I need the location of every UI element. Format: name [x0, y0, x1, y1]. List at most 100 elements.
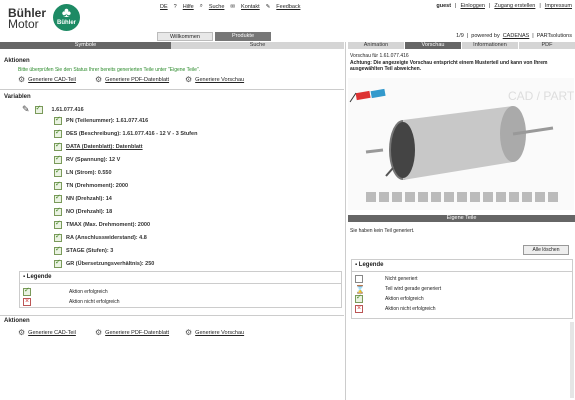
variable-label: DES (Beschreibung): 1.61.077.416 - 12 V … — [66, 131, 198, 137]
request-access-link[interactable]: Zugang erstellen — [494, 3, 535, 9]
legend-left: ▪ Legende Aktion erfolgreich × Aktion ni… — [19, 271, 342, 308]
legend-left-divider — [20, 283, 341, 284]
feedback-icon: ✎ — [265, 3, 271, 10]
fail-icon: × — [23, 298, 31, 306]
imprint-link[interactable]: Impressum — [545, 3, 572, 9]
check-icon — [54, 141, 62, 151]
variable-label: PN (Teilenummer): 1.61.077.416 — [66, 118, 149, 124]
legend-right-title-text: Legende — [358, 262, 384, 268]
viewer-watermark: CAD / PART — [508, 89, 574, 103]
variable-row[interactable]: DATA (Datenblatt): Datenblatt — [54, 141, 143, 153]
generate-cad-label: Generiere CAD-Teil — [28, 76, 76, 83]
generate-pdf-button-bottom[interactable]: ⚙ Generiere PDF-Datenblatt — [95, 328, 169, 337]
check-icon — [54, 128, 62, 138]
legend-right-ok-text: Aktion erfolgreich — [385, 296, 424, 302]
login-link[interactable]: Einloggen — [460, 3, 484, 9]
root-check-icon — [34, 104, 43, 114]
help-link[interactable]: Hilfe — [183, 4, 194, 10]
contact-link[interactable]: Kontakt — [241, 4, 260, 10]
generate-cad-button[interactable]: ⚙ Generiere CAD-Teil — [18, 75, 76, 84]
3d-viewer[interactable]: CAD / PART — [348, 78, 575, 210]
tab-animation[interactable]: Animation — [348, 42, 404, 49]
pdf-icon: ⚙ — [95, 75, 103, 84]
legend-right-divider — [352, 271, 572, 272]
generate-cad-label-bottom: Generiere CAD-Teil — [28, 329, 76, 336]
variable-row[interactable]: RA (Anschlusswiderstand): 4.8 — [54, 232, 147, 244]
variable-row[interactable]: STAGE (Stufen): 3 — [54, 245, 113, 257]
preview-info: Vorschau für 1.61.077.416 Achtung: Die a… — [350, 53, 572, 73]
check-icon — [54, 206, 62, 216]
variable-label: STAGE (Stufen): 3 — [66, 248, 114, 254]
variable-label: NN (Drehzahl): 14 — [66, 196, 112, 202]
legend-left-fail-text: Aktion nicht erfolgreich — [69, 299, 120, 305]
variable-row[interactable]: DES (Beschreibung): 1.61.077.416 - 12 V … — [54, 128, 197, 140]
generate-preview-button-bottom[interactable]: ⚙ Generiere Vorschau — [185, 328, 244, 337]
search-link[interactable]: Suche — [209, 4, 225, 10]
actions-note: Bitte überprüfen Sie den Status Ihrer be… — [18, 67, 201, 73]
tab-products[interactable]: Produkte — [215, 32, 271, 41]
check-icon — [54, 193, 62, 203]
check-icon — [54, 115, 62, 125]
search-icon: ⌕ — [199, 3, 203, 9]
own-parts-header: Eigene Teile — [348, 215, 575, 222]
legend-generating: ⌛ Teil wird gerade generiert — [355, 284, 441, 294]
legend-right-title: ▪ Legende — [355, 262, 383, 268]
check-icon — [54, 219, 62, 229]
variable-label: TN (Drehmoment): 2000 — [66, 183, 129, 189]
generate-pdf-button[interactable]: ⚙ Generiere PDF-Datenblatt — [95, 75, 169, 84]
variable-row[interactable]: NO (Drehzahl): 18 — [54, 206, 112, 218]
pencil-icon[interactable]: ✎ — [22, 104, 30, 115]
variable-row[interactable]: GR (Übersetzungsverhältnis): 250 — [54, 258, 154, 270]
tab-preview[interactable]: Vorschau — [405, 42, 461, 49]
variable-row[interactable]: LN (Strom): 0.550 — [54, 167, 112, 179]
legend-left-fail: × Aktion nicht erfolgreich — [23, 297, 120, 307]
legend-left-title-text: Legende — [26, 274, 52, 280]
powered-text: powered by — [471, 33, 500, 39]
right-scrollbar[interactable] — [570, 322, 574, 398]
feedback-link[interactable]: Feedback — [276, 4, 300, 10]
own-parts-empty-text: Sie haben kein Teil generiert. — [350, 228, 415, 234]
cad-icon-bottom: ⚙ — [18, 328, 26, 337]
legend-right-ok: Aktion erfolgreich — [355, 293, 424, 304]
generate-cad-button-bottom[interactable]: ⚙ Generiere CAD-Teil — [18, 328, 76, 337]
success-icon-right — [355, 293, 363, 303]
variables-root: ✎ 1.61.077.416 — [22, 104, 84, 115]
check-icon — [54, 167, 62, 177]
fail-icon-right: × — [355, 305, 363, 313]
partsolutions-text: PARTsolutions — [536, 33, 572, 39]
user-bar: guest | Einloggen | Zugang erstellen | I… — [436, 3, 572, 9]
language-select[interactable]: DE — [160, 4, 168, 10]
variable-row[interactable]: RV (Spannung): 12 V — [54, 154, 120, 166]
variable-label: DATA (Datenblatt): Datenblatt — [66, 144, 143, 150]
variable-label: TMAX (Max. Drehmoment): 2000 — [66, 222, 151, 228]
tab-symbols[interactable]: Symbole — [0, 42, 171, 49]
preview-warning: Achtung: Die angezeigte Vorschau entspri… — [350, 59, 548, 73]
variable-row[interactable]: NN (Drehzahl): 14 — [54, 193, 112, 205]
mail-icon: ✉ — [230, 3, 236, 10]
legend-right: ▪ Legende Nicht generiert ⌛ Teil wird ge… — [351, 259, 573, 319]
tab-information[interactable]: Informationen — [462, 42, 518, 49]
variable-label: LN (Strom): 0.550 — [66, 170, 112, 176]
check-icon — [54, 258, 62, 268]
logo: Bühler Motor — [8, 7, 46, 30]
3d-glasses-icon[interactable] — [349, 88, 386, 103]
viewer-toolbar[interactable] — [366, 192, 558, 202]
generate-preview-button[interactable]: ⚙ Generiere Vorschau — [185, 75, 244, 84]
check-icon — [54, 154, 62, 164]
variable-row[interactable]: TN (Drehmoment): 2000 — [54, 180, 128, 192]
variable-row[interactable]: PN (Teilenummer): 1.61.077.416 — [54, 115, 148, 127]
legend-left-ok: Aktion erfolgreich — [23, 286, 108, 297]
legend-not-generated-text: Nicht generiert — [385, 276, 418, 282]
variable-row[interactable]: TMAX (Max. Drehmoment): 2000 — [54, 219, 150, 231]
tab-search[interactable]: Suche — [171, 42, 344, 49]
delete-all-button[interactable]: Alle löschen — [523, 245, 569, 255]
cadenas-link[interactable]: CADENAS — [503, 33, 530, 39]
tab-pdf[interactable]: PDF — [519, 42, 575, 49]
actions-title: Aktionen — [4, 58, 30, 64]
check-icon — [54, 245, 62, 255]
generate-preview-label-bottom: Generiere Vorschau — [195, 329, 245, 336]
variables-title: Variablen — [4, 94, 31, 100]
variable-label: NO (Drehzahl): 18 — [66, 209, 113, 215]
tab-welcome[interactable]: Willkommen — [157, 32, 213, 41]
check-icon — [54, 232, 62, 242]
